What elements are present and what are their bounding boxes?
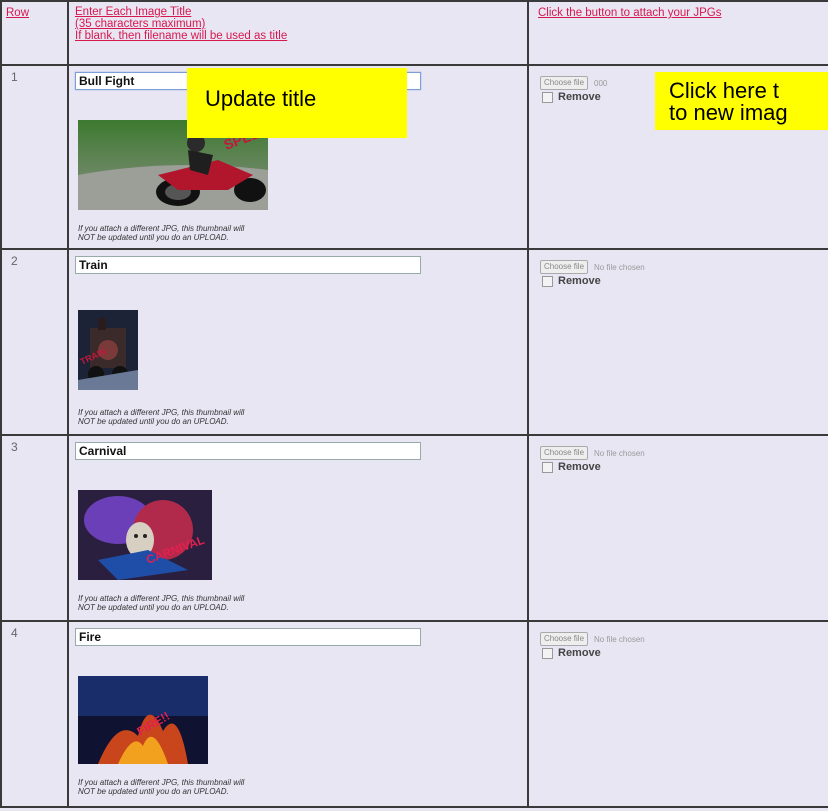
remove-option: Remove bbox=[540, 275, 601, 287]
thumbnail-image: FIRE!! bbox=[78, 676, 208, 764]
row-number: 4 bbox=[11, 626, 18, 640]
title-header-line3[interactable]: If blank, then filename will be used as … bbox=[75, 30, 527, 42]
file-control: Choose file No file chosen bbox=[540, 260, 645, 274]
attach-image-callout: Click here t to new imag bbox=[655, 72, 828, 130]
file-status: No file chosen bbox=[594, 448, 645, 458]
choose-file-button[interactable]: Choose file bbox=[540, 260, 589, 274]
row-number-cell: 2 bbox=[0, 248, 69, 436]
remove-checkbox[interactable] bbox=[542, 647, 553, 659]
remove-option: Remove bbox=[540, 647, 601, 659]
attach-cell: Choose file No file chosen Remove bbox=[527, 620, 828, 808]
remove-checkbox[interactable] bbox=[542, 91, 553, 103]
attach-header-link[interactable]: Click the button to attach your JPGs bbox=[529, 2, 828, 19]
attach-header-cell: Click the button to attach your JPGs bbox=[527, 0, 828, 66]
choose-file-button[interactable]: Choose file bbox=[540, 76, 589, 90]
file-control: Choose file 000 bbox=[540, 76, 607, 90]
thumbnail-note-line2: NOT be updated until you do an UPLOAD. bbox=[78, 417, 229, 426]
remove-option: Remove bbox=[540, 91, 601, 103]
remove-label: Remove bbox=[558, 275, 601, 287]
title-header-cell: Enter Each Image Title (35 characters ma… bbox=[67, 0, 529, 66]
attach-cell: Choose file No file chosen Remove bbox=[527, 248, 828, 436]
title-input[interactable] bbox=[75, 442, 421, 460]
remove-label: Remove bbox=[558, 91, 601, 103]
thumbnail-note: If you attach a different JPG, this thum… bbox=[78, 594, 244, 612]
row-number: 1 bbox=[11, 70, 18, 84]
table-row: 3 CARNIVAL I bbox=[0, 434, 828, 622]
update-title-callout-text: Update title bbox=[205, 86, 317, 111]
thumbnail-note: If you attach a different JPG, this thum… bbox=[78, 778, 244, 796]
remove-label: Remove bbox=[558, 647, 601, 659]
title-header-line2[interactable]: (35 characters maximum) bbox=[75, 18, 527, 30]
attach-image-callout-line2: to new imag bbox=[669, 100, 788, 125]
file-control: Choose file No file chosen bbox=[540, 632, 645, 646]
choose-file-button[interactable]: Choose file bbox=[540, 446, 589, 460]
remove-checkbox[interactable] bbox=[542, 275, 553, 287]
file-status: No file chosen bbox=[594, 634, 645, 644]
table-row: 4 FIRE!! If you attach a different JPG, … bbox=[0, 620, 828, 808]
thumbnail-note-line1: If you attach a different JPG, this thum… bbox=[78, 224, 245, 233]
row-header-cell: Row bbox=[0, 0, 69, 66]
title-cell: CARNIVAL If you attach a different JPG, … bbox=[67, 434, 529, 622]
row-number: 3 bbox=[11, 440, 18, 454]
thumbnail-note: If you attach a different JPG, this thum… bbox=[78, 408, 244, 426]
title-cell: FIRE!! If you attach a different JPG, th… bbox=[67, 620, 529, 808]
attach-cell: Choose file No file chosen Remove bbox=[527, 434, 828, 622]
title-input[interactable] bbox=[75, 628, 421, 646]
thumbnail-note-line2: NOT be updated until you do an UPLOAD. bbox=[78, 787, 229, 796]
choose-file-button[interactable]: Choose file bbox=[540, 632, 589, 646]
row-number-cell: 1 bbox=[0, 64, 69, 250]
remove-checkbox[interactable] bbox=[542, 461, 553, 473]
thumbnail-note: If you attach a different JPG, this thum… bbox=[78, 224, 244, 242]
title-header-line1[interactable]: Enter Each Image Title bbox=[75, 6, 527, 18]
file-status: No file chosen bbox=[594, 262, 645, 272]
thumbnail-note-line1: If you attach a different JPG, this thum… bbox=[78, 408, 245, 417]
thumbnail-note-line1: If you attach a different JPG, this thum… bbox=[78, 594, 245, 603]
title-input[interactable] bbox=[75, 256, 421, 274]
attach-image-callout-line1: Click here t bbox=[669, 78, 780, 103]
thumbnail-note-line1: If you attach a different JPG, this thum… bbox=[78, 778, 245, 787]
thumbnail-note-line2: NOT be updated until you do an UPLOAD. bbox=[78, 233, 229, 242]
thumbnail-image: TRAIN bbox=[78, 310, 138, 390]
title-cell: TRAIN If you attach a different JPG, thi… bbox=[67, 248, 529, 436]
table-row: 2 TRAIN If y bbox=[0, 248, 828, 436]
file-control: Choose file No file chosen bbox=[540, 446, 645, 460]
remove-label: Remove bbox=[558, 461, 601, 473]
file-status: 000 bbox=[594, 78, 608, 88]
row-sort-link[interactable]: Row bbox=[2, 2, 67, 19]
thumbnail-note-line2: NOT be updated until you do an UPLOAD. bbox=[78, 603, 229, 612]
remove-option: Remove bbox=[540, 461, 601, 473]
thumbnail-image: CARNIVAL bbox=[78, 490, 212, 580]
row-number-cell: 3 bbox=[0, 434, 69, 622]
row-number-cell: 4 bbox=[0, 620, 69, 808]
header-row: Row Enter Each Image Title (35 character… bbox=[0, 0, 828, 66]
update-title-callout: Update title bbox=[187, 68, 407, 138]
row-number: 2 bbox=[11, 254, 18, 268]
